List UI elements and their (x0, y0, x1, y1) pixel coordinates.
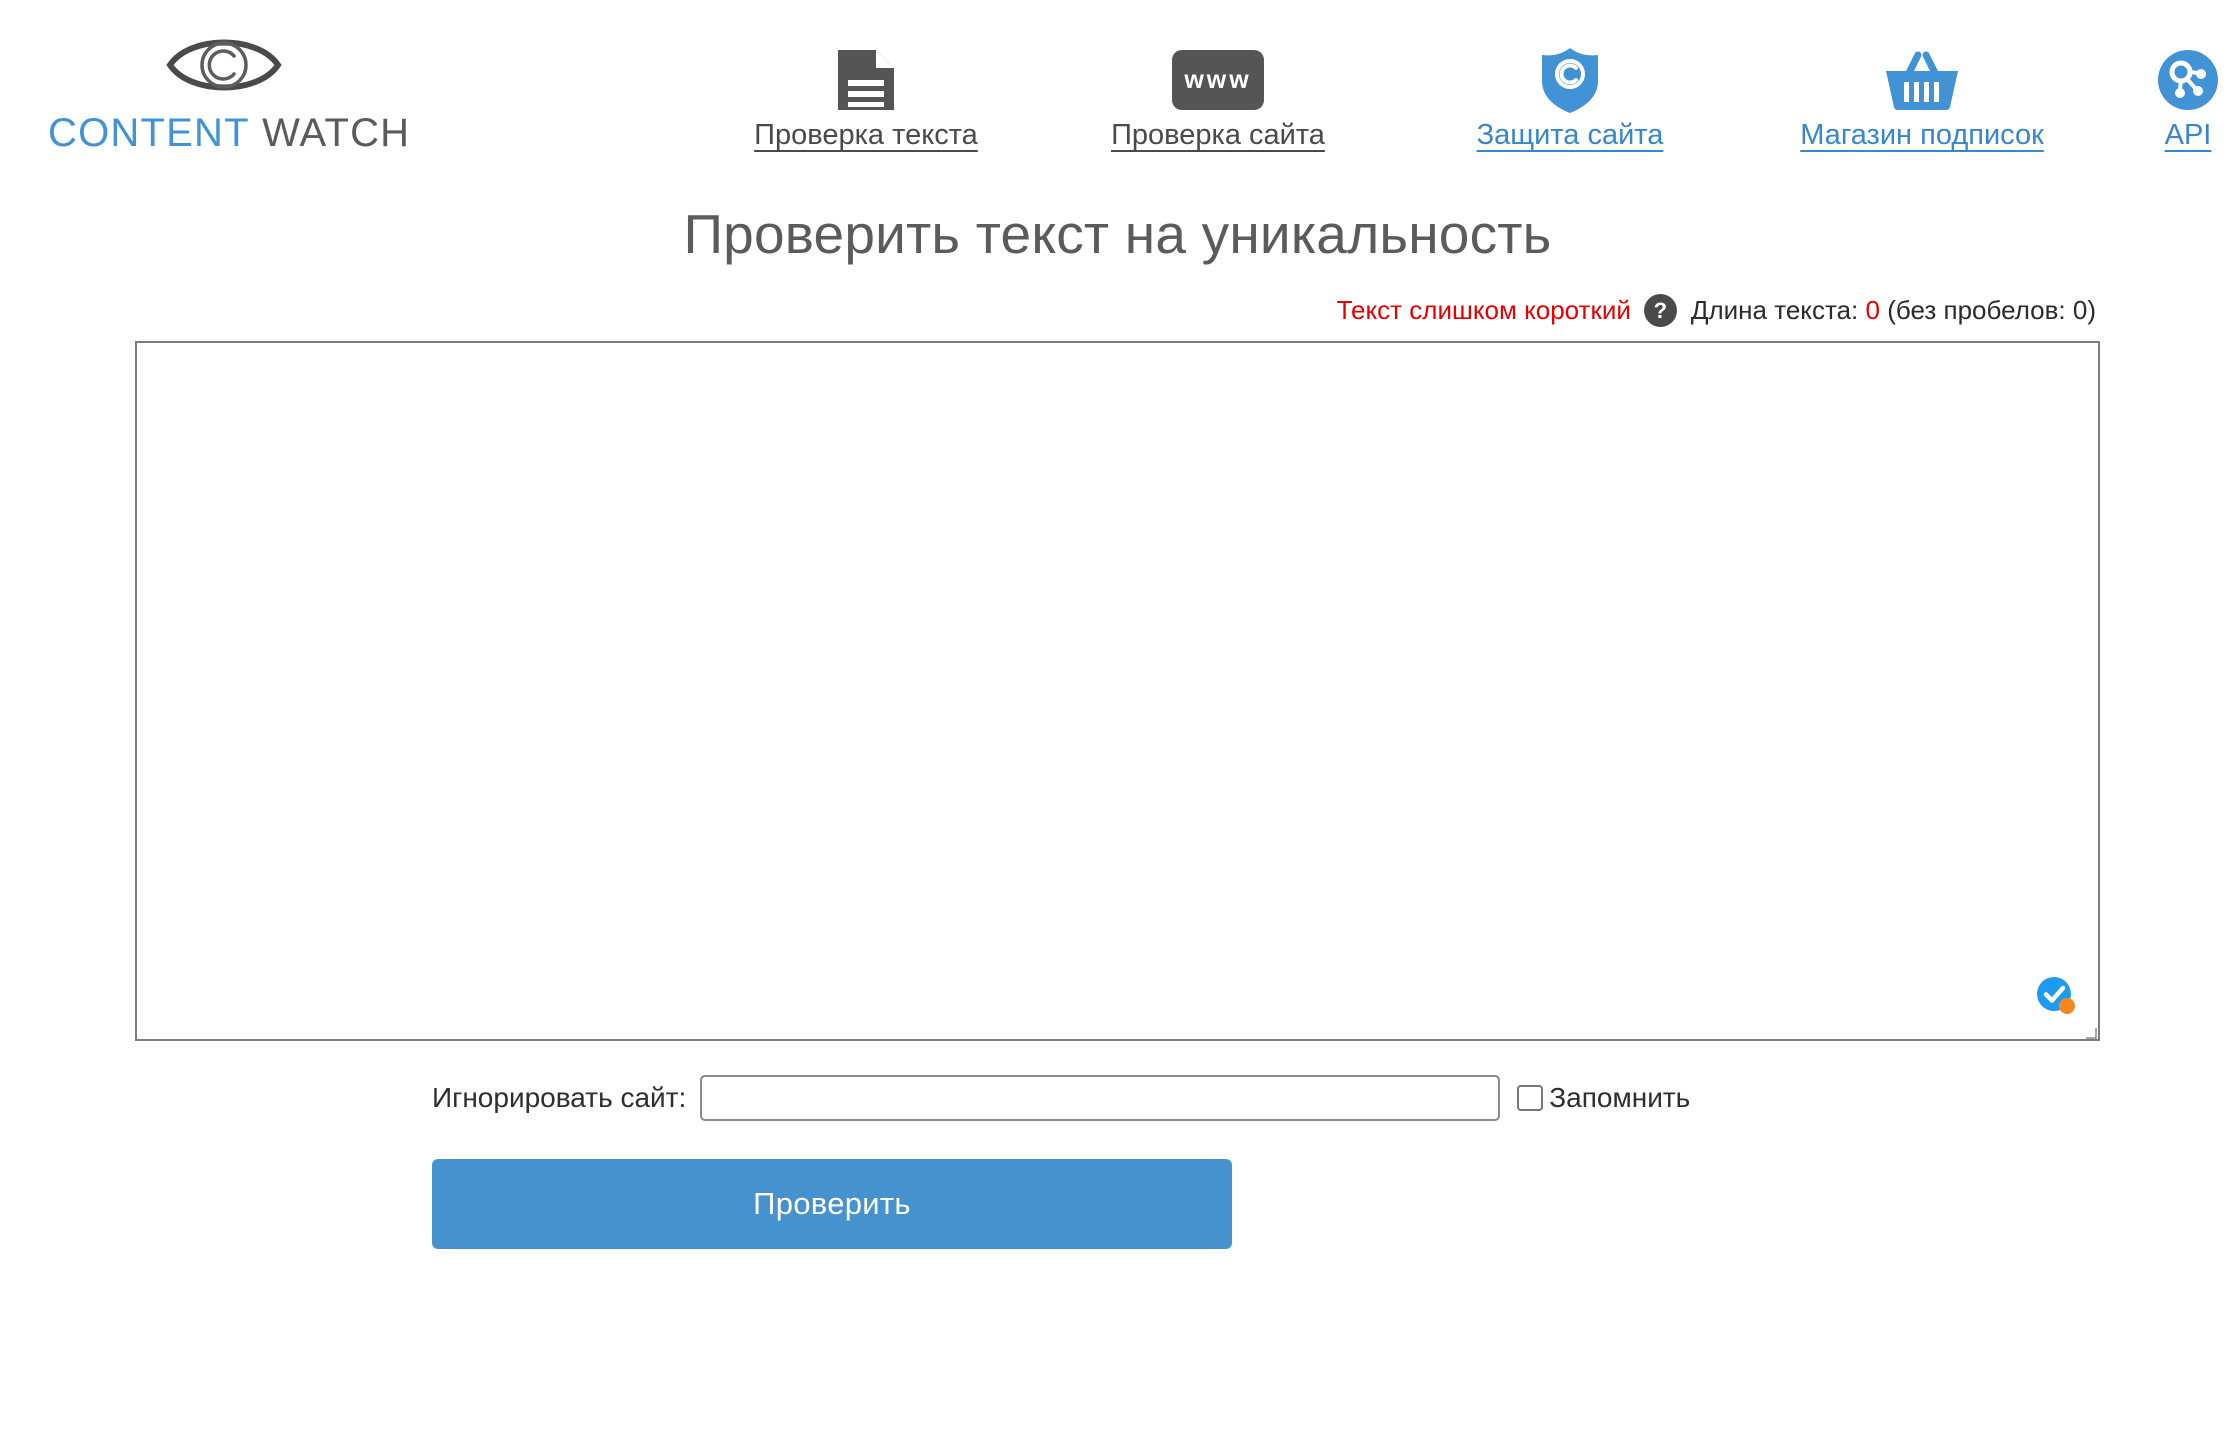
text-editor-container (135, 341, 2100, 1041)
nav-label-api: API (2164, 119, 2212, 151)
nav-label-site-protection: Защита сайта (1476, 119, 1664, 151)
textarea-resize-handle[interactable] (2085, 1026, 2097, 1039)
brand-logo-link[interactable]: CONTENT WATCH (48, 26, 409, 155)
brand-word-watch: WATCH (262, 111, 411, 155)
check-circle-badge-icon[interactable] (2035, 975, 2077, 1017)
brand-word-content: CONTENT (48, 111, 250, 155)
nav-label-site-check: Проверка сайта (1111, 119, 1325, 151)
shield-copyright-icon (1394, 40, 1746, 120)
submit-row: Проверить (0, 1159, 2235, 1249)
page-title: Проверить текст на уникальность (683, 203, 1552, 265)
brand-wordmark: CONTENT WATCH (48, 111, 409, 155)
nav-item-text-check[interactable]: Проверка текста (690, 40, 1042, 152)
nav-label-subscription-shop: Магазин подписок (1800, 119, 2044, 151)
check-button[interactable]: Проверить (432, 1159, 1232, 1249)
nav-label-text-check: Проверка текста (754, 119, 978, 151)
ignore-site-label: Игнорировать сайт: (432, 1082, 687, 1113)
text-length-info: Длина текста: 0 (без пробелов: 0) (1691, 295, 2096, 326)
remember-label[interactable]: Запомнить (1549, 1082, 1690, 1114)
ignore-site-row: Игнорировать сайт: Запомнить (0, 1075, 2235, 1121)
nav-item-site-protection[interactable]: Защита сайта (1394, 40, 1746, 152)
text-length-label: Длина текста: (1690, 295, 1859, 325)
text-status-row: Текст слишком короткий ? Длина текста: 0… (0, 294, 2235, 327)
ignore-site-input[interactable] (700, 1075, 1501, 1121)
text-input-textarea[interactable] (135, 341, 2100, 1041)
status-warning-text: Текст слишком короткий (1336, 295, 1631, 325)
text-length-value: 0 (1865, 295, 1880, 325)
main-content: Проверить текст на уникальность Текст сл… (0, 200, 2235, 1249)
nav-item-api[interactable]: API (2098, 40, 2235, 152)
nav-item-site-check[interactable]: www Проверка сайта (1042, 40, 1394, 152)
shopping-basket-icon (1746, 40, 2098, 120)
api-network-icon (2098, 40, 2235, 120)
www-icon: www (1042, 40, 1394, 120)
remember-checkbox[interactable] (1517, 1085, 1544, 1111)
www-icon-text: www (1172, 50, 1264, 110)
text-length-nospaces: (без пробелов: 0) (1887, 295, 2096, 325)
nav-item-subscription-shop[interactable]: Магазин подписок (1746, 40, 2098, 152)
main-navigation: Проверка текста www Проверка сайта Защит… (690, 40, 2235, 152)
document-icon (690, 40, 1042, 120)
site-header: CONTENT WATCH Проверка текста www Провер… (0, 0, 2235, 200)
question-mark-icon[interactable]: ? (1643, 294, 1677, 327)
eye-copyright-icon (164, 26, 284, 104)
